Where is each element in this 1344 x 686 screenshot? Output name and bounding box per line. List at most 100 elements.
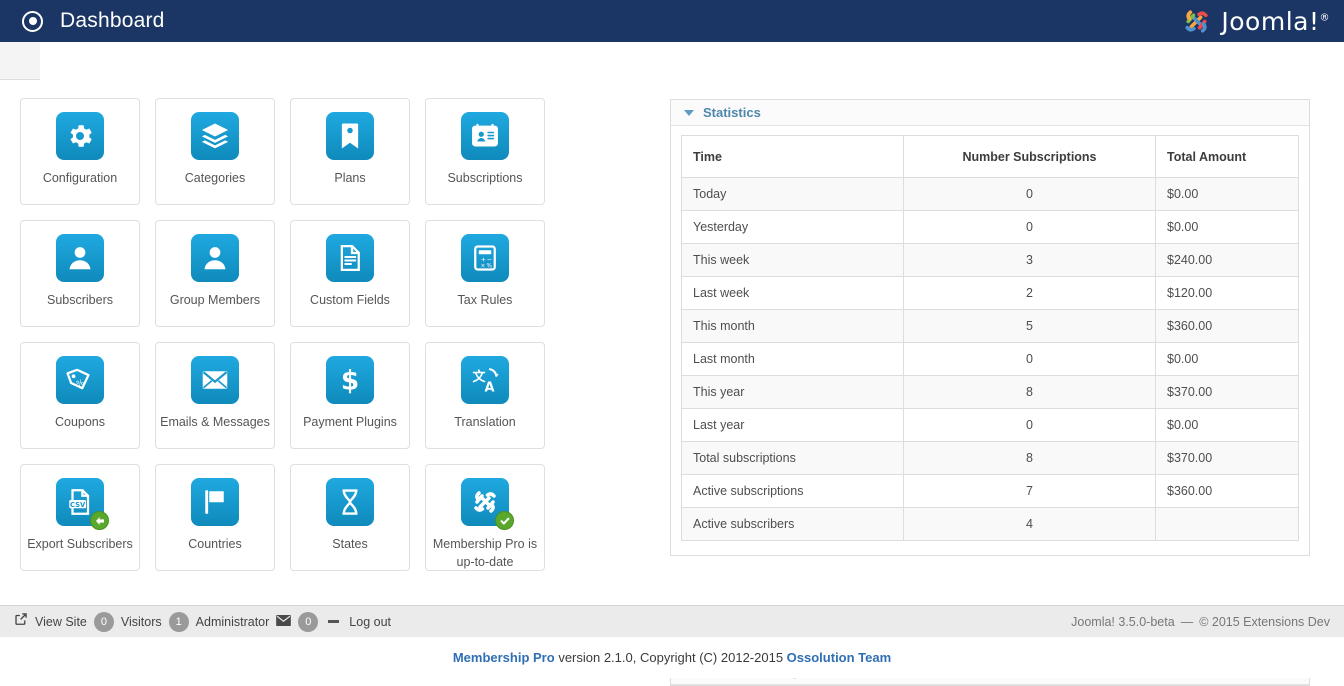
user-icon (191, 234, 239, 282)
quick-icon-emails-messages[interactable]: Emails & Messages (155, 342, 275, 449)
cell-time: Last year (681, 408, 904, 442)
quick-icon-label: Custom Fields (310, 293, 390, 307)
quick-icon-label: Configuration (42, 171, 118, 185)
statistics-table-body: Today 0 $0.00 Yesterday 0 $0.00 This wee… (681, 177, 1299, 541)
envelope-icon[interactable] (276, 613, 292, 631)
svg-text:A: A (485, 380, 495, 395)
cell-time: Last month (681, 342, 904, 376)
quick-icon-group-members[interactable]: Group Members (155, 220, 275, 327)
price-tag-percent-icon: % (56, 356, 104, 404)
hourglass-icon (326, 478, 374, 526)
joomla-wordmark: Joomla!® (1221, 6, 1330, 36)
table-row: This year 8 $370.00 (681, 375, 1299, 409)
table-row: Last year 0 $0.00 (681, 408, 1299, 442)
quick-icon-label: Subscriptions (447, 171, 523, 185)
statistics-panel-body: Time Number Subscriptions Total Amount T… (671, 126, 1309, 555)
administrator-label: Administrator (195, 614, 270, 629)
main-work-area: Configuration Categories Plans Subscript… (0, 80, 1344, 686)
quick-icon-coupons[interactable]: % Coupons (20, 342, 140, 449)
cell-count: 4 (903, 507, 1156, 541)
table-row: Active subscriptions 7 $360.00 (681, 474, 1299, 508)
layers-icon (191, 112, 239, 160)
quick-icon-subscriptions[interactable]: Subscriptions (425, 98, 545, 205)
header-title-group: Dashboard (0, 9, 165, 33)
status-bar: View Site 0 Visitors 1 Administrator 0 L… (0, 605, 1344, 637)
external-link-icon (14, 612, 28, 631)
visitors-label: Visitors (120, 614, 162, 629)
quick-icon-label: Coupons (54, 415, 106, 429)
table-row: Last week 2 $120.00 (681, 276, 1299, 310)
radio-target-icon (22, 10, 43, 32)
gear-icon (56, 112, 104, 160)
membership-pro-link[interactable]: Membership Pro (453, 650, 555, 665)
quick-icon-custom-fields[interactable]: Custom Fields (290, 220, 410, 327)
quick-icon-label: Membership Pro is up-to-date (432, 537, 538, 570)
arrow-left-badge-icon (90, 511, 109, 530)
quick-icon-tax-rules[interactable]: + − × % Tax Rules (425, 220, 545, 327)
cell-count: 0 (903, 408, 1156, 442)
cell-amount: $0.00 (1155, 408, 1299, 442)
quick-icon-subscribers[interactable]: Subscribers (20, 220, 140, 327)
quick-icon-label: Subscribers (47, 293, 113, 307)
cell-time: This week (681, 243, 904, 277)
cell-amount: $370.00 (1155, 375, 1299, 409)
administrator-count-badge: 1 (168, 611, 189, 632)
cell-time: This month (681, 309, 904, 343)
quick-icon-label: Countries (188, 537, 242, 551)
toolbar-tab-stub[interactable] (0, 42, 40, 80)
messages-count-badge: 0 (298, 611, 319, 632)
table-row: Active subscribers 4 (681, 507, 1299, 541)
statistics-panel-header[interactable]: Statistics (671, 100, 1309, 126)
quick-icon-categories[interactable]: Categories (155, 98, 275, 205)
table-row: This week 3 $240.00 (681, 243, 1299, 277)
cell-count: 7 (903, 474, 1156, 508)
user-icon (56, 234, 104, 282)
bookmark-icon (326, 112, 374, 160)
quick-icon-states[interactable]: States (290, 464, 410, 571)
svg-text:CSV: CSV (70, 501, 86, 509)
cell-time: Active subscribers (681, 507, 904, 541)
envelope-icon (191, 356, 239, 404)
cell-amount: $360.00 (1155, 309, 1299, 343)
cell-amount: $360.00 (1155, 474, 1299, 508)
quick-icons-grid: Configuration Categories Plans Subscript… (20, 98, 640, 571)
cell-time: Total subscriptions (681, 441, 904, 475)
table-row: This month 5 $360.00 (681, 309, 1299, 343)
quick-icon-configuration[interactable]: Configuration (20, 98, 140, 205)
cell-amount: $0.00 (1155, 342, 1299, 376)
copyright-label: © 2015 Extensions Dev (1199, 615, 1330, 629)
calculator-icon: + − × % (461, 234, 509, 282)
ossolution-team-link[interactable]: Ossolution Team (787, 650, 892, 665)
quick-icon-plans[interactable]: Plans (290, 98, 410, 205)
quick-icon-export-subscribers[interactable]: CSV Export Subscribers (20, 464, 140, 571)
quick-icon-label: Plans (334, 171, 366, 185)
view-site-link[interactable]: View Site (35, 615, 87, 629)
svg-text:%: % (487, 263, 493, 269)
table-row: Last month 0 $0.00 (681, 342, 1299, 376)
joomla-version-label: Joomla! 3.5.0-beta (1071, 615, 1175, 629)
cell-time: This year (681, 375, 904, 409)
quick-icon-membership-pro-version[interactable]: Membership Pro is up-to-date (425, 464, 545, 571)
quick-icon-translation[interactable]: 文 A Translation (425, 342, 545, 449)
table-header-row: Time Number Subscriptions Total Amount (681, 135, 1299, 178)
statistics-table: Time Number Subscriptions Total Amount T… (681, 135, 1299, 541)
table-row: Today 0 $0.00 (681, 177, 1299, 211)
cell-time: Active subscriptions (681, 474, 904, 508)
cell-amount: $120.00 (1155, 276, 1299, 310)
svg-text:$: $ (341, 366, 359, 395)
page-title: Dashboard (60, 9, 165, 32)
cell-amount: $0.00 (1155, 210, 1299, 244)
cell-count: 8 (903, 375, 1156, 409)
quick-icon-payment-plugins[interactable]: $ Payment Plugins (290, 342, 410, 449)
logout-link[interactable]: Log out (349, 615, 391, 629)
cell-count: 8 (903, 441, 1156, 475)
cell-amount (1155, 507, 1299, 541)
cell-count: 0 (903, 342, 1156, 376)
status-bar-left-group: View Site 0 Visitors 1 Administrator 0 L… (0, 611, 391, 632)
cell-amount: $240.00 (1155, 243, 1299, 277)
joomla-logo: Joomla!® (1180, 0, 1330, 42)
statistics-panel-title: Statistics (703, 105, 761, 120)
quick-icon-countries[interactable]: Countries (155, 464, 275, 571)
sub-toolbar-strip (0, 42, 1344, 80)
column-header-number-subscriptions: Number Subscriptions (903, 135, 1156, 178)
